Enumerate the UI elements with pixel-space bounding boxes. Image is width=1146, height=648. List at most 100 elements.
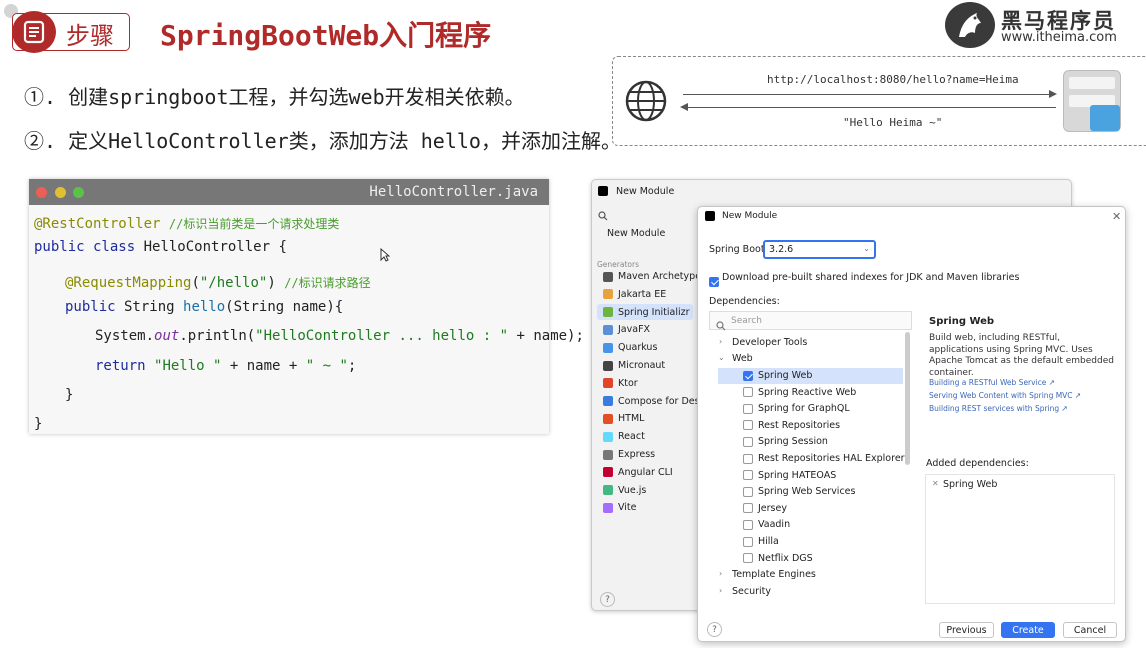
dependency-item[interactable]: Spring for GraphQL bbox=[743, 403, 850, 414]
close-dot-icon[interactable] bbox=[36, 187, 47, 198]
generator-item[interactable]: React bbox=[603, 431, 645, 442]
minimize-dot-icon[interactable] bbox=[55, 187, 66, 198]
dependency-checkbox[interactable] bbox=[743, 403, 753, 414]
dependency-item[interactable]: Jersey bbox=[743, 503, 787, 514]
dependency-checkbox[interactable] bbox=[743, 436, 753, 447]
generator-label: Quarkus bbox=[618, 342, 658, 354]
generator-item[interactable]: Maven Archetype bbox=[603, 271, 701, 282]
tree-developer-tools[interactable]: Developer Tools bbox=[732, 337, 807, 348]
dependency-item[interactable]: Spring Web bbox=[743, 370, 812, 381]
chevron-right-icon[interactable]: › bbox=[719, 586, 722, 595]
react-icon bbox=[603, 431, 613, 442]
page-title: SpringBootWeb入门程序 bbox=[160, 19, 492, 52]
step-point-1: ①. 创建springboot工程，并勾选web开发相关依赖。 bbox=[24, 85, 525, 109]
generator-item[interactable]: Jakarta EE bbox=[603, 289, 666, 300]
generator-item[interactable]: Micronaut bbox=[603, 360, 665, 371]
added-dependencies-box bbox=[925, 474, 1115, 604]
generator-item[interactable]: Vue.js bbox=[603, 485, 646, 496]
ktor-icon bbox=[603, 378, 613, 389]
response-arrow-head bbox=[680, 103, 688, 111]
dependency-checkbox[interactable] bbox=[743, 536, 753, 547]
help-button-back[interactable]: ? bbox=[600, 592, 615, 607]
generator-label: JavaFX bbox=[618, 324, 651, 336]
dependency-checkbox[interactable] bbox=[743, 486, 753, 497]
generator-label: Maven Archetype bbox=[618, 271, 702, 282]
document-icon bbox=[12, 11, 56, 53]
dependency-label: Netflix DGS bbox=[758, 552, 813, 564]
remove-icon[interactable]: ✕ bbox=[932, 479, 939, 488]
intellij-icon bbox=[705, 211, 715, 221]
generator-item[interactable]: Quarkus bbox=[603, 342, 657, 353]
step-point-2: ②. 定义HelloController类，添加方法 hello，并添加注解。 bbox=[24, 129, 621, 153]
dialog-title: New Module bbox=[722, 211, 778, 221]
tree-web[interactable]: Web bbox=[732, 353, 753, 364]
request-url: http://localhost:8080/hello?name=Heima bbox=[767, 73, 1019, 86]
dependency-item[interactable]: Spring Session bbox=[743, 436, 828, 447]
dependencies-label: Dependencies: bbox=[709, 296, 780, 307]
sidebar-item-new-module[interactable]: New Module bbox=[607, 228, 665, 239]
generator-label: React bbox=[618, 431, 645, 443]
generator-label: Jakarta EE bbox=[618, 288, 667, 300]
dependency-label: Rest Repositories bbox=[758, 419, 841, 431]
dependency-item[interactable]: Spring Reactive Web bbox=[743, 387, 856, 398]
response-arrow bbox=[686, 107, 1056, 108]
chevron-down-icon: ⌄ bbox=[863, 244, 870, 253]
spring-icon bbox=[603, 307, 613, 318]
dependency-checkbox[interactable] bbox=[743, 453, 753, 464]
step-label: 步骤 bbox=[66, 22, 114, 50]
generator-item[interactable]: Angular CLI bbox=[603, 467, 673, 478]
dependency-item[interactable]: Netflix DGS bbox=[743, 553, 813, 564]
download-checkbox[interactable] bbox=[709, 272, 719, 291]
create-button[interactable]: Create bbox=[1001, 622, 1055, 638]
dependency-item[interactable]: Spring HATEOAS bbox=[743, 470, 836, 481]
tree-template-engines[interactable]: Template Engines bbox=[732, 569, 816, 580]
link-restful-service[interactable]: Building a RESTful Web Service ↗ bbox=[929, 378, 1055, 387]
link-serving-web-content[interactable]: Serving Web Content with Spring MVC ↗ bbox=[929, 391, 1081, 400]
dependency-checkbox[interactable] bbox=[743, 553, 753, 564]
dependency-label: Spring Reactive Web bbox=[758, 386, 857, 398]
dependency-checkbox[interactable] bbox=[743, 519, 753, 530]
dependency-checkbox[interactable] bbox=[743, 387, 753, 398]
dependency-scrollbar[interactable] bbox=[905, 332, 910, 465]
dependency-item[interactable]: Rest Repositories bbox=[743, 420, 840, 431]
dependency-checkbox[interactable] bbox=[743, 470, 753, 481]
previous-button[interactable]: Previous bbox=[939, 622, 994, 638]
generator-item[interactable]: Express bbox=[603, 449, 655, 460]
dependency-item[interactable]: Spring Web Services bbox=[743, 486, 855, 497]
globe-icon bbox=[624, 79, 668, 127]
close-icon[interactable]: ✕ bbox=[1112, 210, 1121, 223]
dependency-item[interactable]: Rest Repositories HAL Explorer bbox=[743, 453, 905, 464]
generator-label: Spring Initializr bbox=[618, 306, 690, 318]
dependency-checkbox[interactable] bbox=[743, 503, 753, 514]
chevron-right-icon[interactable]: › bbox=[719, 569, 722, 578]
generator-item[interactable]: Compose for Deskt bbox=[603, 396, 709, 407]
help-button[interactable]: ? bbox=[707, 622, 722, 637]
express-icon bbox=[603, 449, 613, 460]
dependency-item[interactable]: Hilla bbox=[743, 536, 779, 547]
chevron-right-icon[interactable]: › bbox=[719, 337, 722, 346]
spring-boot-select[interactable]: 3.2.6 ⌄ bbox=[763, 240, 876, 259]
dependency-checkbox[interactable] bbox=[743, 420, 753, 431]
generator-item[interactable]: Ktor bbox=[603, 378, 638, 389]
generator-item[interactable]: JavaFX bbox=[603, 324, 650, 335]
dependency-checkbox[interactable] bbox=[743, 370, 753, 381]
chevron-down-icon[interactable]: ⌄ bbox=[718, 353, 725, 362]
mouse-cursor-icon bbox=[380, 247, 391, 266]
code-window: HelloController.java @RestController //标… bbox=[29, 179, 584, 434]
tree-security[interactable]: Security bbox=[732, 586, 771, 597]
generator-item[interactable]: HTML bbox=[603, 413, 644, 424]
quarkus-icon bbox=[603, 342, 613, 353]
generator-item[interactable]: Spring Initializr bbox=[603, 307, 690, 318]
dependency-search-input[interactable]: Search bbox=[731, 316, 762, 326]
maximize-dot-icon[interactable] bbox=[73, 187, 84, 198]
dependency-label: Rest Repositories HAL Explorer bbox=[758, 453, 905, 464]
dependency-item[interactable]: Vaadin bbox=[743, 519, 790, 530]
generator-label: Vite bbox=[618, 502, 637, 514]
generator-item[interactable]: Vite bbox=[603, 502, 637, 513]
code-line-5: System.out.println("HelloController ... … bbox=[95, 328, 584, 344]
link-rest-services[interactable]: Building REST services with Spring ↗ bbox=[929, 404, 1068, 413]
search-icon[interactable] bbox=[598, 206, 608, 225]
code-filename: HelloController.java bbox=[369, 184, 538, 200]
code-line-3: @RequestMapping("/hello") //标识请求路径 bbox=[65, 275, 371, 291]
cancel-button[interactable]: Cancel bbox=[1063, 622, 1117, 638]
